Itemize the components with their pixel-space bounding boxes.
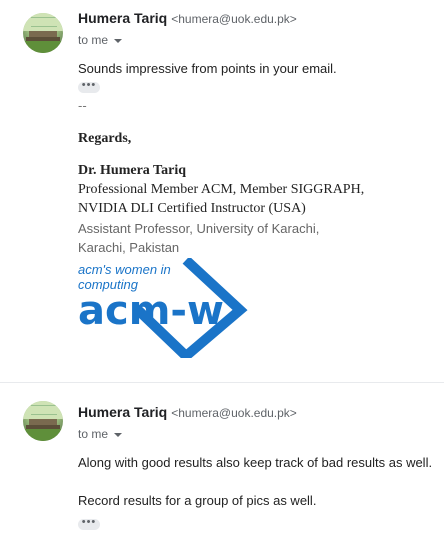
chevron-down-icon [114, 432, 123, 437]
to-label: to me [78, 33, 109, 47]
to-label: to me [78, 427, 109, 441]
signature-regards: Regards, [78, 131, 132, 146]
message-divider [0, 382, 444, 383]
message-body-line: Sounds impressive from points in your em… [78, 61, 337, 76]
signature-name: Dr. Humera Tariq [78, 163, 186, 178]
sender[interactable]: Humera Tariq <humera@uok.edu.pk> [78, 10, 297, 26]
sender-name: Humera Tariq [78, 10, 168, 26]
avatar[interactable] [23, 401, 63, 441]
signature-line: Professional Member ACM, Member SIGGRAPH… [78, 182, 365, 197]
avatar[interactable] [23, 13, 63, 53]
message-body-line: Record results for a group of pics as we… [78, 493, 317, 508]
sender[interactable]: Humera Tariq <humera@uok.edu.pk> [78, 404, 297, 420]
logo-wordmark: acm-w [78, 288, 224, 334]
message-body-line: Along with good results also keep track … [78, 455, 433, 470]
signature-line: Assistant Professor, University of Karac… [78, 221, 320, 236]
chevron-down-icon [114, 38, 123, 43]
sender-email: <humera@uok.edu.pk> [171, 406, 297, 420]
recipient-details-toggle[interactable]: to me [78, 427, 123, 441]
sender-email: <humera@uok.edu.pk> [171, 12, 297, 26]
show-trimmed-content-button[interactable]: ••• [78, 80, 100, 93]
logo-tagline: acm's women in [78, 262, 171, 277]
show-trimmed-content-button[interactable]: ••• [78, 517, 100, 530]
recipient-details-toggle[interactable]: to me [78, 33, 123, 47]
sender-name: Humera Tariq [78, 404, 168, 420]
signature-line: Karachi, Pakistan [78, 240, 180, 255]
signature-line: NVIDIA DLI Certified Instructor (USA) [78, 201, 306, 216]
acm-w-logo: acm's women in computing acm-w [78, 258, 248, 358]
signature-separator: -- [78, 98, 87, 113]
